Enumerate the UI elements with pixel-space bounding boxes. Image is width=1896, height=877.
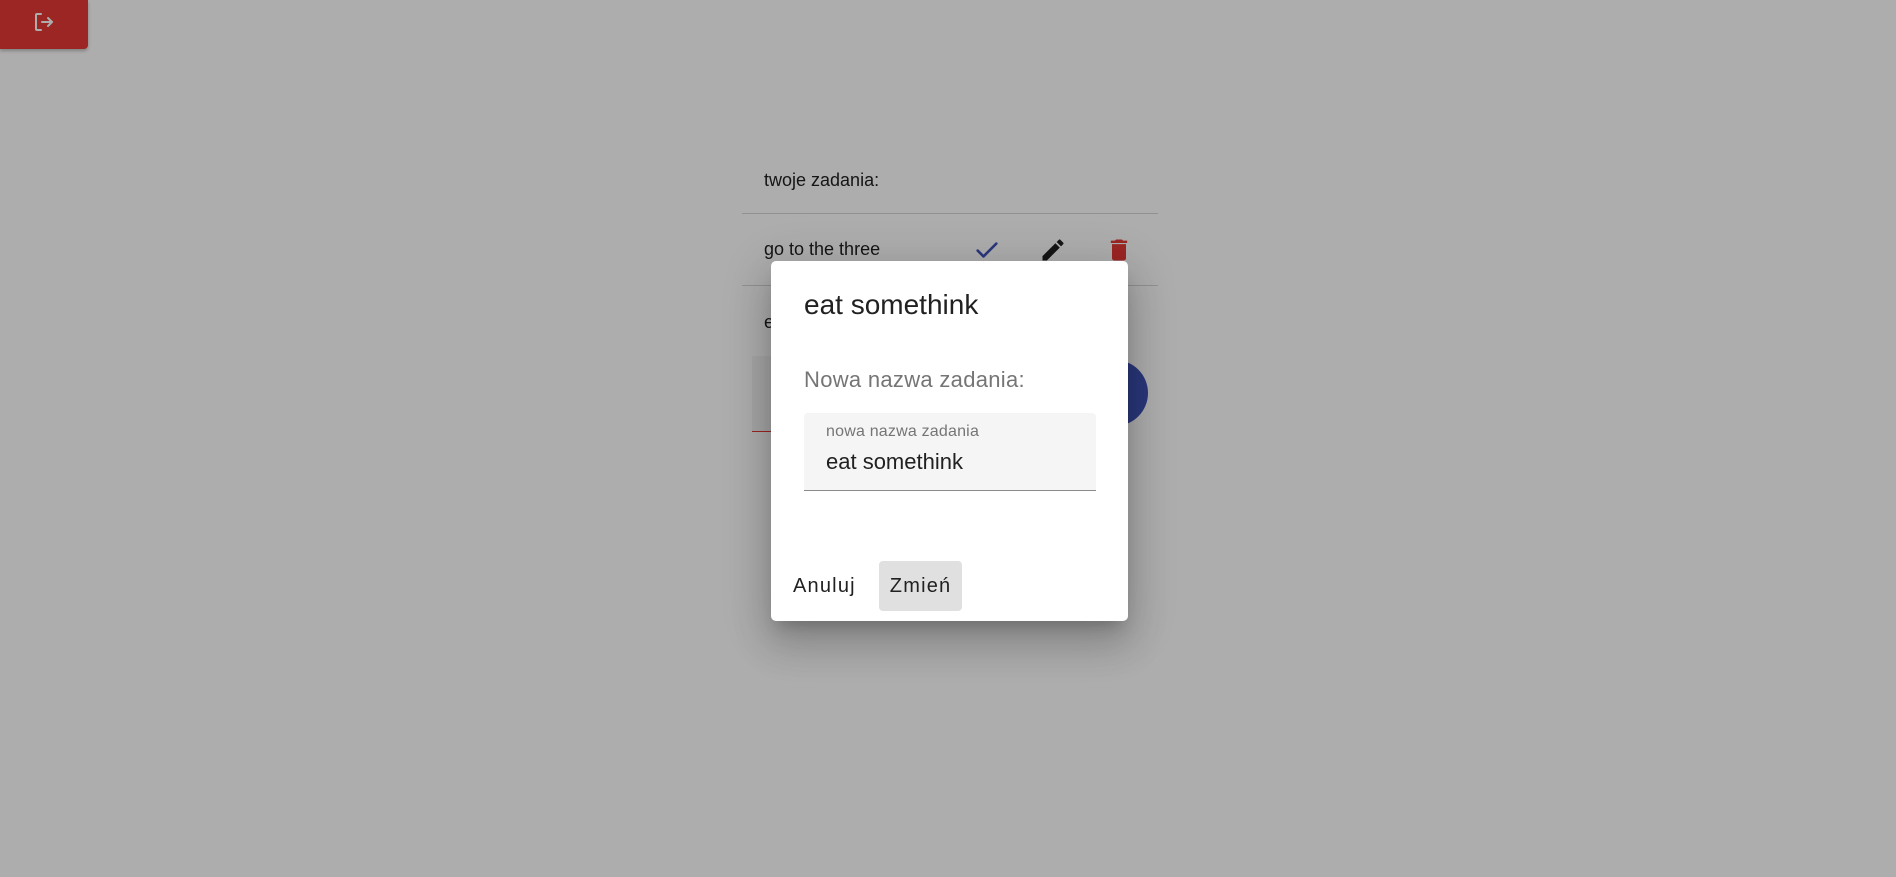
confirm-button[interactable]: Zmień bbox=[878, 561, 963, 611]
task-name-floating-label: nowa nazwa zadania bbox=[826, 423, 980, 440]
rename-task-dialog: eat somethink Nowa nazwa zadania: nowa n… bbox=[771, 261, 1128, 621]
dialog-actions: Anuluj Zmień bbox=[782, 561, 963, 611]
task-name-field[interactable]: nowa nazwa zadania bbox=[804, 413, 1096, 491]
cancel-button[interactable]: Anuluj bbox=[782, 561, 867, 611]
task-name-input[interactable] bbox=[826, 447, 1076, 477]
dialog-label: Nowa nazwa zadania: bbox=[804, 367, 1025, 392]
dialog-title: eat somethink bbox=[804, 289, 979, 320]
